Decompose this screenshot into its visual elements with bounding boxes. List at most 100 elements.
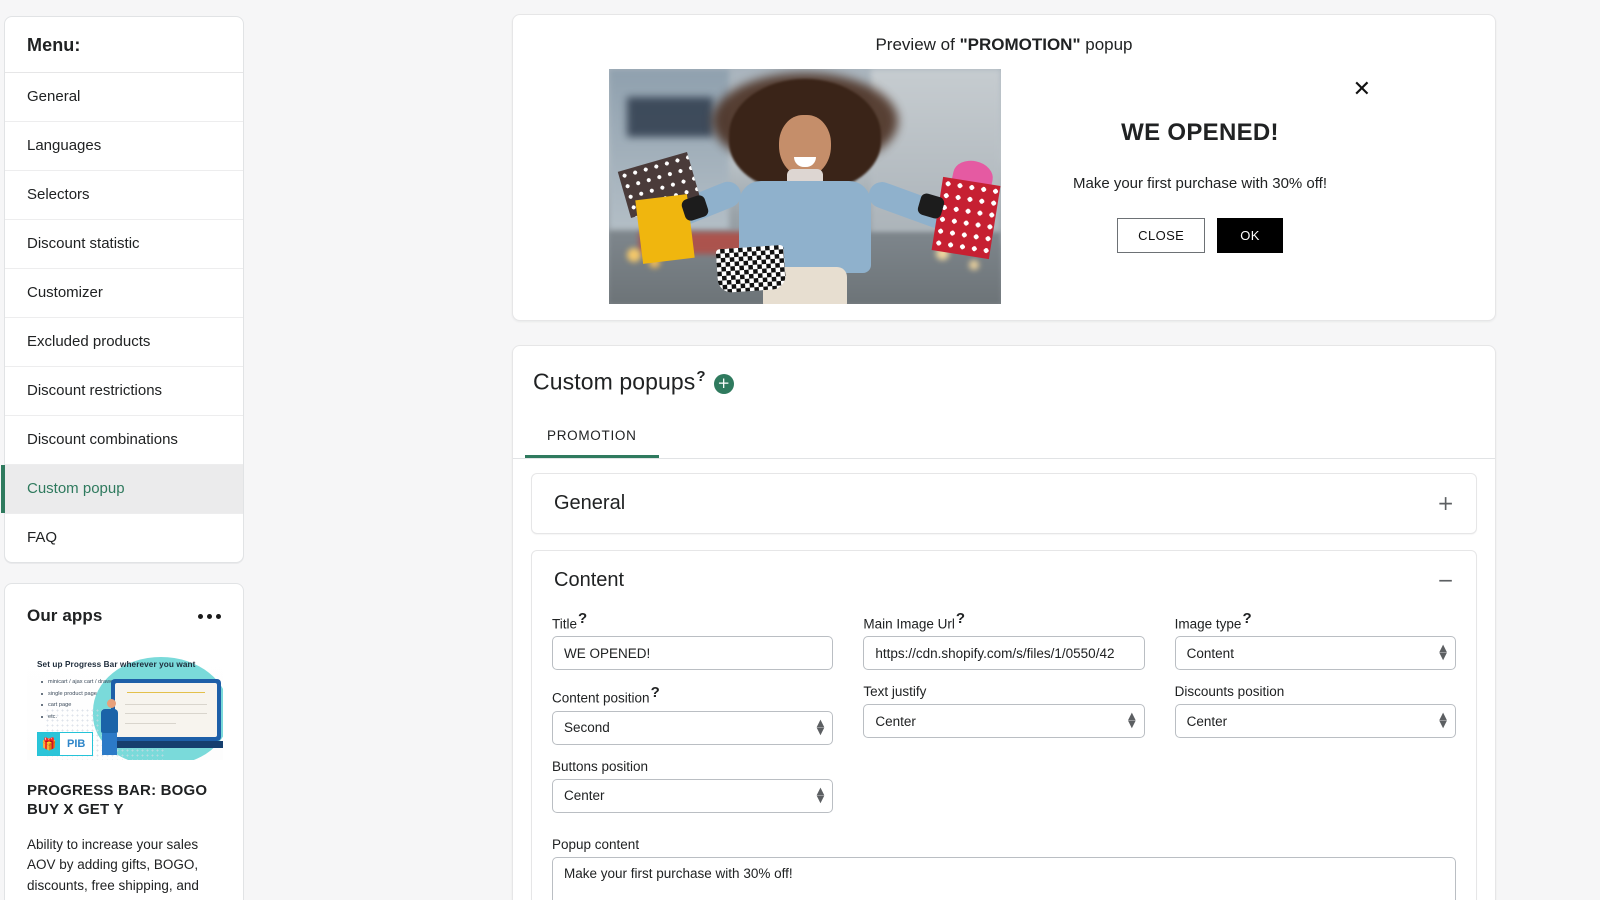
content-form-row-1: Title? Main Image Url? Image type? Cont [552, 610, 1456, 685]
sidebar-item-languages[interactable]: Languages [5, 122, 243, 171]
sidebar-item-label: Custom popup [27, 480, 125, 497]
pib-badge: 🎁 PIB [37, 732, 93, 756]
sidebar-item-excluded-products[interactable]: Excluded products [5, 318, 243, 367]
accordion-content: Content − Title? Main Image Url? [531, 550, 1477, 900]
accordion-list: General + Content − Title? [513, 459, 1495, 900]
preview-title-prefix: Preview of [875, 35, 959, 54]
discounts-position-select[interactable]: Center [1175, 704, 1456, 738]
sidebar-item-label: Discount restrictions [27, 382, 162, 399]
sidebar-item-selectors[interactable]: Selectors [5, 171, 243, 220]
help-icon[interactable]: ? [696, 368, 705, 385]
field-title-label-text: Title [552, 616, 577, 631]
our-apps-app-description: Ability to increase your sales AOV by ad… [27, 835, 221, 900]
sidebar-item-faq[interactable]: FAQ [5, 514, 243, 562]
our-apps-header: Our apps [27, 606, 221, 626]
field-main-image-url: Main Image Url? [863, 610, 1144, 671]
main-image-url-input[interactable] [863, 636, 1144, 670]
pib-badge-text: PIB [60, 738, 92, 750]
menu-list: General Languages Selectors Discount sta… [5, 73, 243, 562]
expand-icon[interactable]: + [1437, 493, 1454, 513]
menu-header: Menu: [5, 17, 243, 73]
help-icon[interactable]: ? [956, 610, 965, 627]
sidebar: Menu: General Languages Selectors Discou… [4, 16, 244, 900]
popup-main-image [609, 69, 1001, 304]
sidebar-item-label: Customizer [27, 284, 103, 301]
popup-preview-card: Preview of "PROMOTION" popup [512, 14, 1496, 321]
preview-title: Preview of "PROMOTION" popup [513, 35, 1495, 55]
accordion-general: General + [531, 473, 1477, 534]
accordion-general-title: General [554, 492, 625, 515]
help-icon[interactable]: ? [1242, 610, 1251, 627]
preview-title-strong: "PROMOTION" [960, 35, 1081, 54]
collapse-icon[interactable]: − [1437, 570, 1454, 590]
sidebar-item-custom-popup[interactable]: Custom popup [5, 465, 243, 514]
menu-card: Menu: General Languages Selectors Discou… [4, 16, 244, 563]
sidebar-item-label: General [27, 88, 80, 105]
field-buttons-position-label: Buttons position [552, 759, 833, 774]
banner-headline: Set up Progress Bar wherever you want [37, 660, 213, 669]
sidebar-item-discount-statistic[interactable]: Discount statistic [5, 220, 243, 269]
sidebar-item-discount-restrictions[interactable]: Discount restrictions [5, 367, 243, 416]
popup-heading: WE OPENED! [1001, 119, 1399, 147]
accordion-content-title: Content [554, 569, 624, 592]
our-apps-banner-image: Set up Progress Bar wherever you want mi… [27, 653, 223, 760]
spacer-1 [863, 759, 1144, 813]
accordion-content-header[interactable]: Content − [532, 551, 1476, 610]
help-icon[interactable]: ? [578, 610, 587, 627]
person-illustration [101, 699, 127, 757]
spacer-2 [1175, 759, 1456, 813]
field-main-image-url-label: Main Image Url? [863, 610, 1144, 632]
text-justify-select-wrap: Center ▲▼ [863, 704, 1144, 738]
image-type-select[interactable]: Content [1175, 636, 1456, 670]
field-title-label: Title? [552, 610, 833, 632]
field-content-position-label: Content position? [552, 684, 833, 706]
field-discounts-position-label: Discounts position [1175, 684, 1456, 699]
sidebar-item-discount-combinations[interactable]: Discount combinations [5, 416, 243, 465]
our-apps-card: Our apps Set up Progress Bar wherever yo… [4, 583, 244, 900]
sidebar-item-label: FAQ [27, 529, 57, 546]
sidebar-item-label: Discount combinations [27, 431, 178, 448]
popup-content-textarea[interactable]: Make your first purchase with 30% off! [552, 857, 1456, 900]
laptop-illustration [111, 679, 221, 741]
content-position-select[interactable]: Second [552, 711, 833, 745]
content-position-select-wrap: Second ▲▼ [552, 711, 833, 745]
preview-title-suffix: popup [1081, 35, 1133, 54]
add-popup-button[interactable]: + [714, 374, 734, 394]
sidebar-item-label: Selectors [27, 186, 90, 203]
sidebar-item-label: Languages [27, 137, 101, 154]
popup-close-button[interactable]: CLOSE [1117, 218, 1205, 253]
popup-text-panel: ✕ WE OPENED! Make your first purchase wi… [1001, 69, 1399, 304]
field-image-type-label-text: Image type [1175, 616, 1242, 631]
field-discounts-position: Discounts position Center ▲▼ [1175, 684, 1456, 745]
title-input[interactable] [552, 636, 833, 670]
sidebar-item-general[interactable]: General [5, 73, 243, 122]
text-justify-select[interactable]: Center [863, 704, 1144, 738]
help-icon[interactable]: ? [651, 684, 660, 701]
sidebar-item-label: Excluded products [27, 333, 150, 350]
popup-preview-body: ✕ WE OPENED! Make your first purchase wi… [513, 69, 1495, 304]
app-root: Menu: General Languages Selectors Discou… [0, 0, 1600, 900]
ellipsis-icon[interactable] [198, 606, 221, 619]
popup-buttons: CLOSE OK [1001, 218, 1399, 253]
close-icon[interactable]: ✕ [1353, 79, 1371, 101]
popup-ok-button[interactable]: OK [1217, 218, 1283, 253]
tab-promotion[interactable]: PROMOTION [525, 418, 659, 458]
custom-popups-title-text: Custom popups [533, 369, 695, 395]
buttons-position-select-wrap: Center ▲▼ [552, 779, 833, 813]
accordion-content-body: Title? Main Image Url? Image type? Cont [532, 610, 1476, 900]
discounts-position-select-wrap: Center ▲▼ [1175, 704, 1456, 738]
accordion-general-header[interactable]: General + [532, 474, 1476, 533]
field-buttons-position: Buttons position Center ▲▼ [552, 759, 833, 813]
field-image-type: Image type? Content ▲▼ [1175, 610, 1456, 671]
sidebar-item-label: Discount statistic [27, 235, 140, 252]
buttons-position-select[interactable]: Center [552, 779, 833, 813]
field-text-justify-label: Text justify [863, 684, 1144, 699]
sidebar-item-customizer[interactable]: Customizer [5, 269, 243, 318]
image-type-select-wrap: Content ▲▼ [1175, 636, 1456, 670]
gift-icon: 🎁 [38, 733, 60, 755]
field-popup-content: Popup content Make your first purchase w… [552, 837, 1456, 900]
custom-popups-header: Custom popups? + [513, 368, 1495, 396]
field-content-position: Content position? Second ▲▼ [552, 684, 833, 745]
custom-popups-card: Custom popups? + PROMOTION General + Con… [512, 345, 1496, 900]
field-text-justify: Text justify Center ▲▼ [863, 684, 1144, 745]
